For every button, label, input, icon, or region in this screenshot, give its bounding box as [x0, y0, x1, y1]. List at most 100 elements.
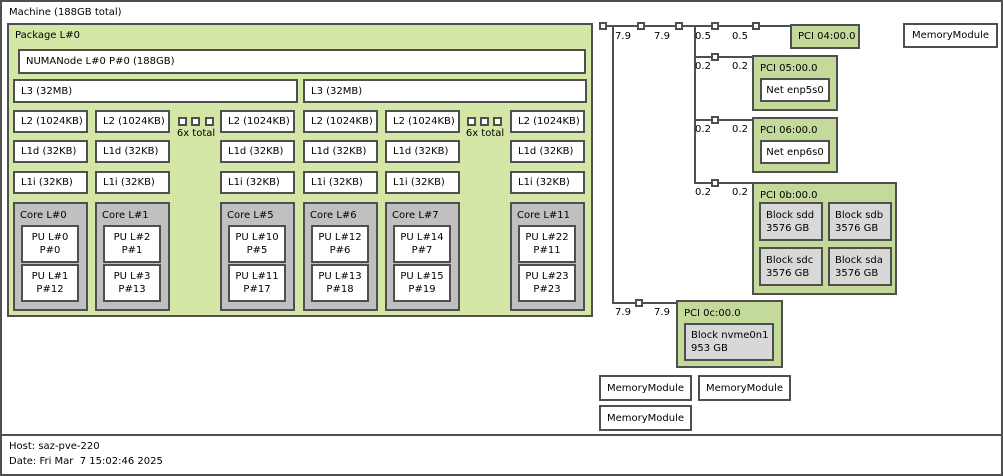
- pu-box: PU L#13 P#18: [311, 264, 369, 302]
- pu-os-index: P#12: [36, 283, 63, 296]
- bridge-square-icon: [599, 22, 607, 30]
- l1i-cache-box: L1i (32KB): [510, 171, 585, 194]
- pci-device-label: PCI 05:00.0: [760, 62, 818, 75]
- l1i-cache-label: L1i (32KB): [518, 177, 570, 188]
- bridge-square-icon: [711, 116, 719, 124]
- memory-module-label: MemoryModule: [706, 383, 783, 394]
- pu-box: PU L#0 P#0: [21, 225, 79, 263]
- numanode-box: NUMANode L#0 P#0 (188GB): [18, 49, 586, 74]
- l1i-cache-label: L1i (32KB): [21, 177, 73, 188]
- pu-os-index: P#6: [330, 244, 351, 257]
- pci-link-line: [612, 25, 614, 304]
- pu-label: PU L#1: [32, 270, 69, 283]
- link-speed-label: 7.9: [612, 31, 634, 43]
- pci-device-box: PCI 06:00.0 Net enp6s0: [752, 117, 838, 173]
- l1i-cache-label: L1i (32KB): [393, 177, 445, 188]
- l1d-cache-box: L1d (32KB): [510, 140, 585, 163]
- pu-os-index: P#7: [412, 244, 433, 257]
- l1d-cache-label: L1d (32KB): [228, 146, 283, 157]
- ellipsis-square-icon: [480, 117, 489, 126]
- pu-label: PU L#2: [114, 231, 151, 244]
- memory-module-label: MemoryModule: [607, 383, 684, 394]
- pu-os-index: P#23: [533, 283, 560, 296]
- legend-date: Date: Fri Mar 7 15:02:46 2025: [9, 455, 163, 468]
- pu-label: PU L#10: [235, 231, 278, 244]
- l1d-cache-box: L1d (32KB): [385, 140, 460, 163]
- l3-cache-label: L3 (32MB): [21, 86, 72, 97]
- pu-label: PU L#3: [114, 270, 151, 283]
- pu-os-index: P#1: [122, 244, 143, 257]
- block-device-size: 3576 GB: [766, 267, 821, 280]
- pci-device-box: PCI 0b:00.0 Block sdd 3576 GB Block sdb …: [752, 182, 897, 295]
- pci-link-line: [694, 182, 752, 184]
- l1i-cache-box: L1i (32KB): [385, 171, 460, 194]
- link-speed-label: 0.5: [729, 31, 751, 43]
- bridge-square-icon: [675, 22, 683, 30]
- pci-link-line: [612, 302, 676, 304]
- l2-cache-label: L2 (1024KB): [21, 116, 83, 127]
- l1d-cache-label: L1d (32KB): [103, 146, 158, 157]
- machine-label: Machine (188GB total): [9, 6, 122, 19]
- core-label: Core L#5: [227, 209, 274, 222]
- block-device-name: Block sdc: [766, 254, 821, 267]
- l2-cache-label: L2 (1024KB): [228, 116, 290, 127]
- pu-box: PU L#1 P#12: [21, 264, 79, 302]
- pu-label: PU L#13: [318, 270, 361, 283]
- core-label: Core L#0: [20, 209, 67, 222]
- l2-cache-label: L2 (1024KB): [393, 116, 455, 127]
- memory-module-box: MemoryModule: [903, 23, 998, 48]
- ellipsis-label: 6x total: [464, 127, 506, 140]
- block-device-box: Block sdc 3576 GB: [759, 247, 823, 286]
- bridge-square-icon: [752, 22, 760, 30]
- net-device-label: Net enp6s0: [766, 147, 824, 158]
- l1i-cache-label: L1i (32KB): [103, 177, 155, 188]
- block-device-size: 3576 GB: [835, 267, 890, 280]
- link-speed-label: 7.9: [651, 31, 673, 43]
- ellipsis-square-icon: [178, 117, 187, 126]
- l2-cache-label: L2 (1024KB): [518, 116, 580, 127]
- pu-os-index: P#11: [533, 244, 560, 257]
- pu-label: PU L#14: [400, 231, 443, 244]
- l2-cache-box: L2 (1024KB): [13, 110, 88, 133]
- pci-device-box: PCI 05:00.0 Net enp5s0: [752, 55, 838, 111]
- pci-link-line: [603, 25, 790, 27]
- link-speed-label: 0.2: [729, 124, 751, 136]
- package-label: Package L#0: [15, 29, 80, 42]
- l3-cache-box: L3 (32MB): [303, 79, 587, 103]
- pu-box: PU L#10 P#5: [228, 225, 286, 263]
- legend-host: Host: saz-pve-220: [9, 440, 100, 453]
- bridge-square-icon: [635, 299, 643, 307]
- pu-box: PU L#23 P#23: [518, 264, 576, 302]
- pu-label: PU L#12: [318, 231, 361, 244]
- pu-box: PU L#22 P#11: [518, 225, 576, 263]
- link-speed-label: 0.2: [692, 187, 714, 199]
- core-box: Core L#5 PU L#10 P#5 PU L#11 P#17: [220, 202, 295, 311]
- ellipsis-square-icon: [191, 117, 200, 126]
- bridge-square-icon: [711, 22, 719, 30]
- core-label: Core L#7: [392, 209, 439, 222]
- memory-module-box: MemoryModule: [599, 405, 692, 431]
- l1d-cache-label: L1d (32KB): [393, 146, 448, 157]
- core-label: Core L#6: [310, 209, 357, 222]
- block-device-size: 3576 GB: [766, 222, 821, 235]
- memory-module-box: MemoryModule: [599, 375, 692, 401]
- memory-module-box: MemoryModule: [698, 375, 791, 401]
- pci-link-line: [694, 56, 752, 58]
- block-device-name: Block nvme0n1: [691, 329, 772, 342]
- core-box: Core L#6 PU L#12 P#6 PU L#13 P#18: [303, 202, 378, 311]
- block-device-box: Block sdd 3576 GB: [759, 202, 823, 241]
- pci-device-label: PCI 0c:00.0: [684, 307, 741, 320]
- pu-box: PU L#3 P#13: [103, 264, 161, 302]
- pci-link-line: [694, 25, 696, 184]
- l2-cache-label: L2 (1024KB): [103, 116, 165, 127]
- ellipsis-label: 6x total: [175, 127, 217, 140]
- link-speed-label: 7.9: [612, 307, 634, 319]
- l1d-cache-box: L1d (32KB): [95, 140, 170, 163]
- core-label: Core L#11: [517, 209, 570, 222]
- l2-cache-label: L2 (1024KB): [311, 116, 373, 127]
- l3-cache-label: L3 (32MB): [311, 86, 362, 97]
- pu-label: PU L#0: [32, 231, 69, 244]
- pu-box: PU L#11 P#17: [228, 264, 286, 302]
- link-speed-label: 0.5: [692, 31, 714, 43]
- pu-os-index: P#0: [40, 244, 61, 257]
